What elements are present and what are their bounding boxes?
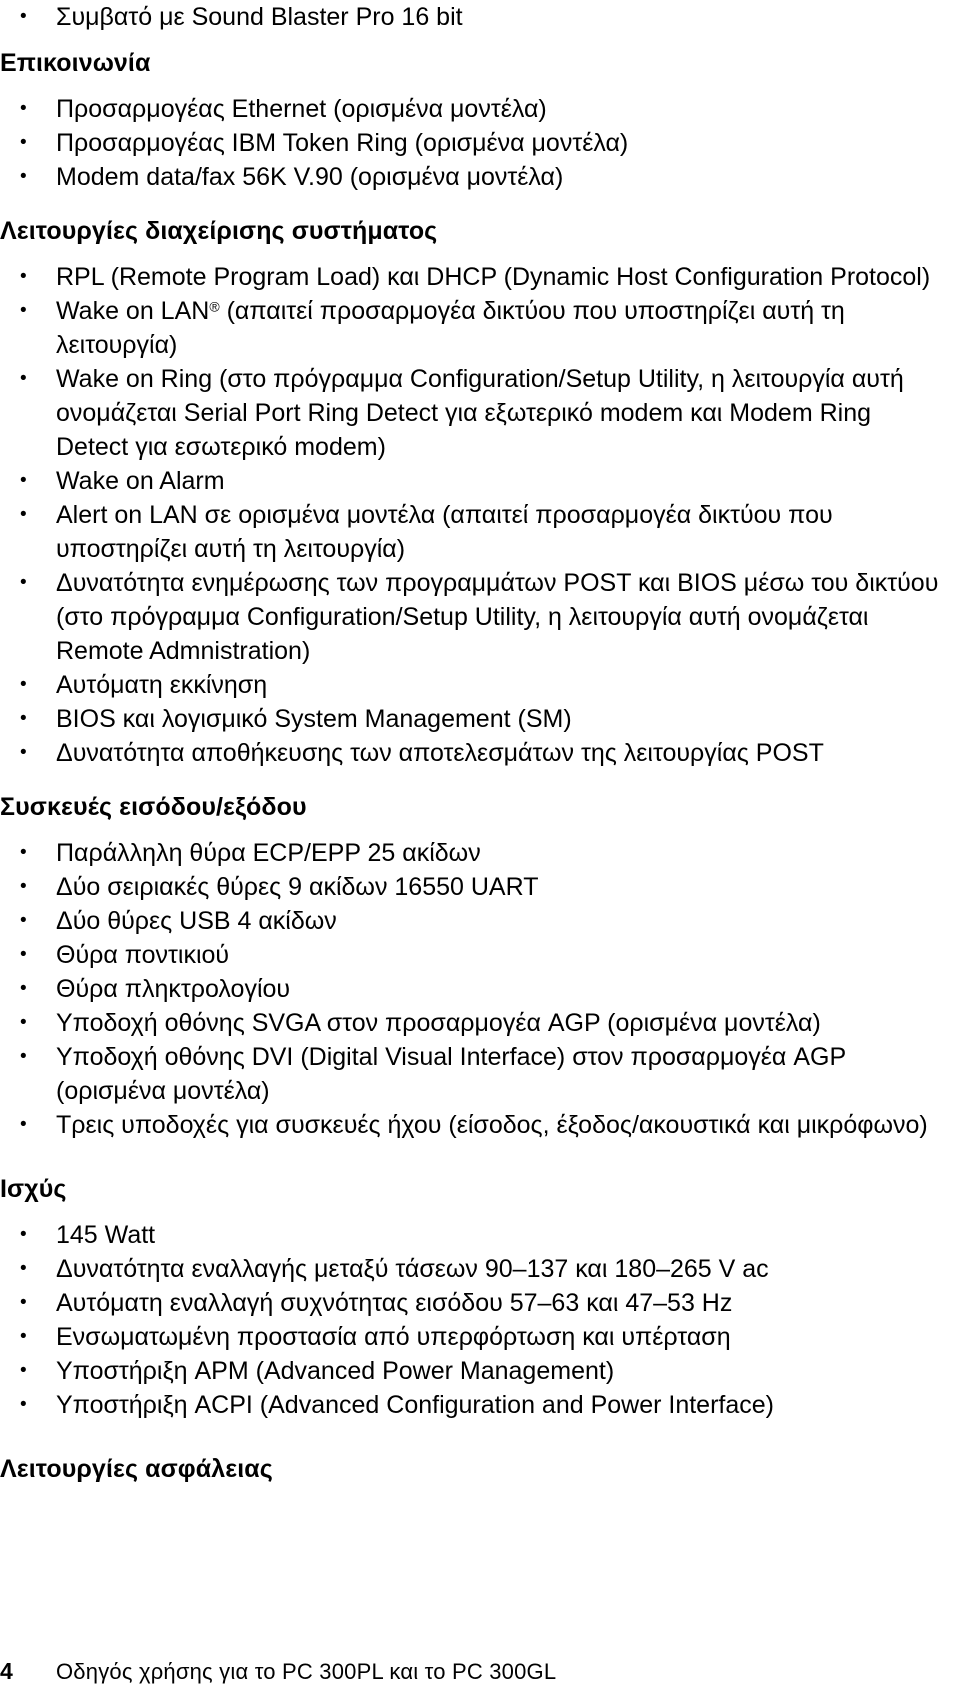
section-list-power: 145 Watt Δυνατότητα εναλλαγής μεταξύ τάσ… — [0, 1218, 945, 1422]
page-content: Συμβατό με Sound Blaster Pro 16 bit Επικ… — [0, 0, 945, 1486]
list-item: Αυτόματη εναλλαγή συχνότητας εισόδου 57–… — [0, 1286, 945, 1320]
page-number: 4 — [0, 1658, 13, 1684]
orphan-bullet-list: Συμβατό με Sound Blaster Pro 16 bit — [0, 0, 945, 34]
document-page: Συμβατό με Sound Blaster Pro 16 bit Επικ… — [0, 0, 960, 1701]
list-item: RPL (Remote Program Load) και DHCP (Dyna… — [0, 260, 945, 294]
list-item: Alert on LAN σε ορισμένα μοντέλα (απαιτε… — [0, 498, 945, 566]
page-footer: 4 Οδηγός χρήσης για το PC 300PL και το P… — [0, 1658, 945, 1685]
list-item: Παράλληλη θύρα ECP/EPP 25 ακίδων — [0, 836, 945, 870]
list-item: Προσαρμογέας Ethernet (ορισμένα μοντέλα) — [0, 92, 945, 126]
section-heading-io-devices: Συσκευές εισόδου/εξόδου — [0, 793, 307, 821]
list-item: Συμβατό με Sound Blaster Pro 16 bit — [0, 0, 945, 34]
list-item: Υποδοχή οθόνης DVI (Digital Visual Inter… — [0, 1040, 945, 1108]
section-list-communications: Προσαρμογέας Ethernet (ορισμένα μοντέλα)… — [0, 92, 945, 194]
section-heading-security: Λειτουργίες ασφάλειας — [0, 1455, 273, 1483]
section-heading-communications: Επικοινωνία — [0, 49, 151, 77]
list-item: Τρεις υποδοχές για συσκευές ήχου (είσοδο… — [0, 1108, 945, 1142]
footer-title: Οδηγός χρήσης για το PC 300PL και το PC … — [56, 1659, 557, 1684]
list-item: Υποστήριξη ACPI (Advanced Configuration … — [0, 1388, 945, 1422]
list-item: Δύο θύρες USB 4 ακίδων — [0, 904, 945, 938]
list-item: BIOS και λογισμικό System Management (SM… — [0, 702, 945, 736]
list-item: 145 Watt — [0, 1218, 945, 1252]
section-list-system-management: RPL (Remote Program Load) και DHCP (Dyna… — [0, 260, 945, 770]
list-item: Modem data/fax 56K V.90 (ορισμένα μοντέλ… — [0, 160, 945, 194]
list-item: Δυνατότητα αποθήκευσης των αποτελεσμάτων… — [0, 736, 945, 770]
list-item: Αυτόματη εκκίνηση — [0, 668, 945, 702]
list-item-text: Wake on LAN® (απαιτεί προσαρμογέα δικτύο… — [56, 297, 845, 359]
section-heading-system-management: Λειτουργίες διαχείρισης συστήματος — [0, 217, 438, 245]
registered-trademark-icon: ® — [209, 298, 220, 315]
list-item: Υποστήριξη APM (Advanced Power Managemen… — [0, 1354, 945, 1388]
list-item: Δυνατότητα ενημέρωσης των προγραμμάτων P… — [0, 566, 945, 668]
section-list-io-devices: Παράλληλη θύρα ECP/EPP 25 ακίδων Δύο σει… — [0, 836, 945, 1142]
list-item: Wake on Ring (στο πρόγραμμα Configuratio… — [0, 362, 945, 464]
list-item: Ενσωματωμένη προστασία από υπερφόρτωση κ… — [0, 1320, 945, 1354]
list-item: Wake on LAN® (απαιτεί προσαρμογέα δικτύο… — [0, 294, 945, 362]
list-item: Δύο σειριακές θύρες 9 ακίδων 16550 UART — [0, 870, 945, 904]
list-item: Θύρα πληκτρολογίου — [0, 972, 945, 1006]
list-item: Δυνατότητα εναλλαγής μεταξύ τάσεων 90–13… — [0, 1252, 945, 1286]
section-heading-power: Ισχύς — [0, 1175, 67, 1203]
list-item: Wake on Alarm — [0, 464, 945, 498]
list-item: Θύρα ποντικιού — [0, 938, 945, 972]
list-item: Προσαρμογέας IBM Token Ring (ορισμένα μο… — [0, 126, 945, 160]
list-item: Υποδοχή οθόνης SVGA στον προσαρμογέα AGP… — [0, 1006, 945, 1040]
